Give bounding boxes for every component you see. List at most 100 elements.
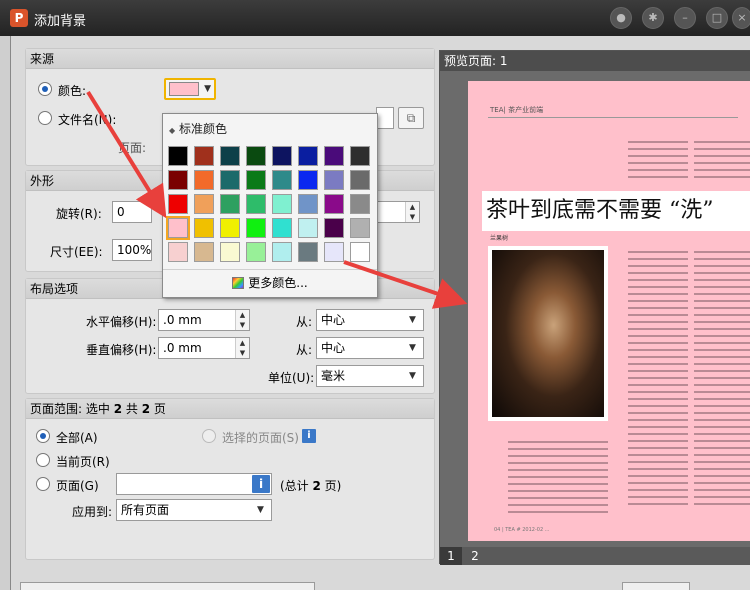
color-swatch[interactable] (246, 218, 266, 238)
color-swatch[interactable] (166, 216, 190, 240)
v-offset-value: .0 mm (163, 341, 202, 355)
color-swatch[interactable] (324, 242, 344, 262)
page-tab-2[interactable]: 2 (464, 547, 486, 565)
text-column (628, 251, 688, 510)
from-select-2[interactable]: 中心 ▼ (316, 337, 424, 359)
color-swatch[interactable] (298, 218, 318, 238)
article-author: 兰果树 (490, 235, 509, 242)
selected-pages-label: 选择的页面(S) (222, 431, 299, 445)
preview-header: 预览页面: 1 (440, 51, 750, 71)
page-range-group: 页面范围: 选中 2 共 2 页 全部(A) 选择的页面(S) i 当前页(R)… (25, 398, 435, 560)
preview-page: TEA| 茶产业前端 茶叶到底需不需要 “洗” 兰果树 04 | TEA # 2… (468, 81, 750, 541)
pages-radio[interactable] (36, 477, 50, 491)
color-radio[interactable] (38, 82, 52, 96)
minimize-icon[interactable]: – (674, 7, 696, 29)
color-swatch[interactable] (298, 242, 318, 262)
current-page-radio[interactable] (36, 453, 50, 467)
color-swatch[interactable] (220, 242, 240, 262)
h-offset-value: .0 mm (163, 313, 202, 327)
color-swatch[interactable] (350, 170, 370, 190)
chevron-down-icon: ▼ (204, 84, 211, 94)
pages-input[interactable] (116, 473, 272, 495)
color-swatch[interactable] (324, 146, 344, 166)
apply-to-select[interactable]: 所有页面 ▼ (116, 499, 272, 521)
color-swatch[interactable] (220, 170, 240, 190)
color-swatch[interactable] (350, 218, 370, 238)
color-swatch[interactable] (324, 218, 344, 238)
color-swatch[interactable] (298, 170, 318, 190)
color-swatch[interactable] (350, 242, 370, 262)
color-swatch[interactable] (324, 194, 344, 214)
color-swatch[interactable] (298, 146, 318, 166)
color-swatch[interactable] (246, 170, 266, 190)
color-swatch[interactable] (350, 146, 370, 166)
color-swatch[interactable] (246, 242, 266, 262)
from-value-2: 中心 (321, 341, 346, 355)
total-prefix: (总计 (280, 479, 313, 493)
add-background-dialog: 来源 颜色: ▼ 文件名(N): ⧉ 页面: 外形 旋转(R): 0 ▲ ▼ 尺寸… (10, 36, 750, 590)
spinner-arrows-icon[interactable]: ▲ ▼ (235, 310, 249, 330)
source-header: 来源 (26, 49, 434, 69)
file-input[interactable] (376, 107, 394, 129)
all-pages-label: 全部(A) (56, 431, 98, 445)
color-swatch[interactable] (272, 218, 292, 238)
file-label: 文件名(N): (58, 113, 117, 127)
size-input[interactable]: 100% (112, 239, 152, 261)
color-swatch[interactable] (194, 170, 214, 190)
color-swatch[interactable] (246, 194, 266, 214)
bottom-button[interactable] (20, 582, 315, 590)
spinner-arrows-icon[interactable]: ▲ ▼ (235, 338, 249, 358)
color-swatch[interactable] (194, 146, 214, 166)
user-icon[interactable]: ● (610, 7, 632, 29)
page-tab-1[interactable]: 1 (440, 547, 462, 565)
tea-photo (488, 246, 608, 421)
color-swatch[interactable] (246, 146, 266, 166)
color-swatch[interactable] (350, 194, 370, 214)
spinner-arrows-icon[interactable]: ▲ ▼ (405, 202, 419, 222)
info-icon[interactable]: i (252, 475, 270, 493)
maximize-icon[interactable]: □ (706, 7, 728, 29)
color-swatch[interactable] (168, 146, 188, 166)
v-offset-input[interactable]: .0 mm ▲ ▼ (158, 337, 250, 359)
color-swatch[interactable] (194, 194, 214, 214)
unit-select[interactable]: 毫米 ▼ (316, 365, 424, 387)
text-column (694, 141, 750, 183)
selected-pages-radio[interactable] (202, 429, 216, 443)
unit-value: 毫米 (321, 369, 346, 383)
more-colors-button[interactable]: 更多颜色... (163, 269, 377, 295)
settings-icon[interactable]: ✱ (642, 7, 664, 29)
color-swatch[interactable] (272, 242, 292, 262)
color-swatch[interactable] (220, 146, 240, 166)
rotate-input[interactable]: 0 (112, 201, 152, 223)
all-pages-radio[interactable] (36, 429, 50, 443)
file-radio[interactable] (38, 111, 52, 125)
h-offset-input[interactable]: .0 mm ▲ ▼ (158, 309, 250, 331)
browse-button[interactable]: ⧉ (398, 107, 424, 129)
color-swatch[interactable] (220, 194, 240, 214)
apply-to-value: 所有页面 (121, 503, 170, 517)
color-swatch[interactable] (168, 242, 188, 262)
color-swatch[interactable] (272, 146, 292, 166)
color-picker-button[interactable]: ▼ (164, 78, 216, 100)
color-swatch[interactable] (272, 194, 292, 214)
from-select-1[interactable]: 中心 ▼ (316, 309, 424, 331)
preview-page-tabs: 1 2 (440, 547, 750, 565)
window-titlebar: P 添加背景 ● ✱ – □ × (0, 0, 750, 36)
info-icon[interactable]: i (302, 429, 316, 443)
settings-pane: 来源 颜色: ▼ 文件名(N): ⧉ 页面: 外形 旋转(R): 0 ▲ ▼ 尺寸… (25, 48, 435, 588)
close-icon[interactable]: × (732, 7, 750, 29)
color-swatch[interactable] (324, 170, 344, 190)
color-swatch[interactable] (168, 170, 188, 190)
color-swatch[interactable] (194, 218, 214, 238)
text-column (694, 251, 750, 510)
color-swatch[interactable] (220, 218, 240, 238)
page-label: 页面: (118, 141, 147, 155)
page-footer: 04 | TEA # 2012-02 ... (494, 527, 550, 533)
color-swatch[interactable] (298, 194, 318, 214)
rotate-label: 旋转(R): (56, 207, 102, 221)
ok-button[interactable] (622, 582, 690, 590)
color-swatch[interactable] (168, 194, 188, 214)
color-swatch[interactable] (194, 242, 214, 262)
color-swatch[interactable] (272, 170, 292, 190)
more-colors-label: 更多颜色... (248, 276, 308, 290)
